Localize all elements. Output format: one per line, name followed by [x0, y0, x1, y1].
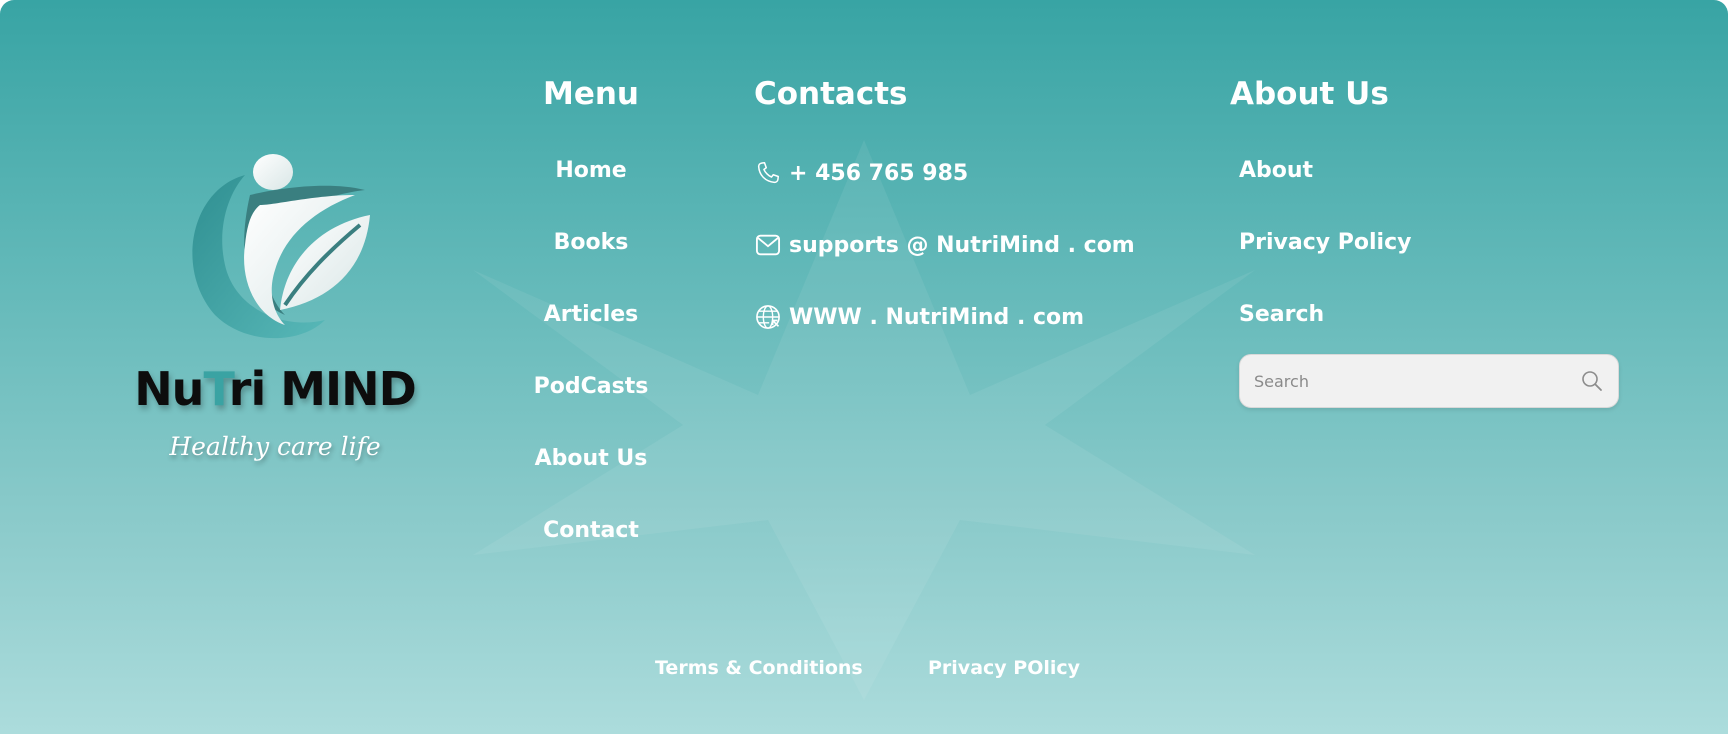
- about-link-privacy-policy[interactable]: Privacy Policy: [1239, 230, 1411, 255]
- terms-conditions-link[interactable]: Terms & Conditions: [655, 657, 863, 679]
- menu-link-home[interactable]: Home: [491, 158, 691, 183]
- menu-title: Menu: [542, 76, 639, 112]
- brand-name-suffix: ri MIND: [228, 362, 417, 416]
- search-input[interactable]: [1254, 355, 1564, 407]
- mail-icon: [755, 234, 781, 256]
- brand-name-accent: T: [203, 362, 229, 416]
- brand-name-prefix: Nu: [134, 362, 204, 416]
- menu-link-articles[interactable]: Articles: [491, 302, 691, 327]
- contact-website[interactable]: WWW . NutriMind . com: [754, 301, 1084, 333]
- contact-phone-text: + 456 765 985: [789, 160, 969, 186]
- menu-link-podcasts[interactable]: PodCasts: [491, 374, 691, 399]
- menu-link-contact[interactable]: Contact: [491, 518, 691, 543]
- about-link-about[interactable]: About: [1239, 158, 1313, 183]
- contacts-title: Contacts: [754, 76, 908, 112]
- bottom-privacy-policy-link[interactable]: Privacy POlicy: [928, 657, 1080, 679]
- about-link-search[interactable]: Search: [1239, 302, 1324, 327]
- globe-icon: [756, 305, 780, 329]
- phone-icon: [757, 161, 780, 184]
- leaf-person-logo-icon: [192, 154, 370, 339]
- contact-email[interactable]: supports @ NutriMind . com: [754, 229, 1135, 261]
- contact-phone[interactable]: + 456 765 985: [754, 157, 968, 189]
- brand-name: NuTri MIND: [130, 362, 420, 416]
- search-icon[interactable]: [1580, 369, 1604, 393]
- about-title: About Us: [1230, 76, 1389, 112]
- contact-email-text: supports @ NutriMind . com: [789, 232, 1135, 258]
- brand-logo[interactable]: NuTri MIND Healthy care life: [130, 150, 420, 480]
- menu-link-books[interactable]: Books: [491, 230, 691, 255]
- menu-link-about-us[interactable]: About Us: [491, 446, 691, 471]
- site-footer: NuTri MIND Healthy care life Menu Home B…: [0, 0, 1728, 734]
- contact-website-text: WWW . NutriMind . com: [789, 304, 1085, 330]
- search-box: [1239, 354, 1619, 408]
- brand-tagline: Healthy care life: [169, 432, 381, 461]
